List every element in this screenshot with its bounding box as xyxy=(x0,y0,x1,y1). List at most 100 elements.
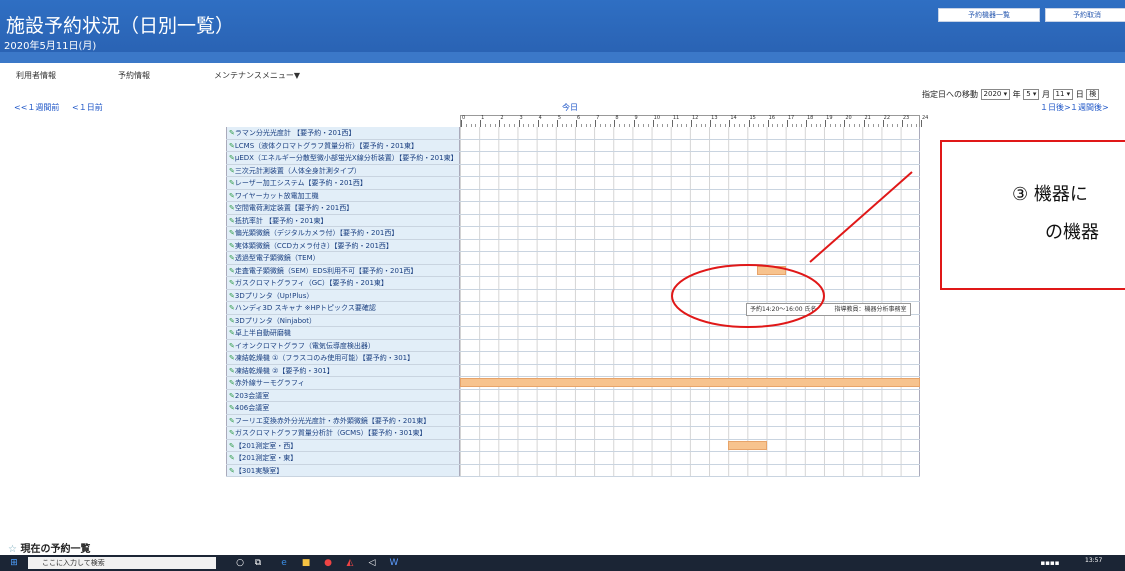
time-slots[interactable] xyxy=(460,339,920,351)
equipment-name-link[interactable]: ✎μEDX（エネルギー分散型微小部蛍光X線分析装置）【要予約・201東】 xyxy=(226,152,460,164)
acrobat-icon[interactable]: ◭ xyxy=(344,557,356,569)
time-slots[interactable] xyxy=(460,239,920,251)
equipment-name: 三次元計測装置（人体全身計測タイプ） xyxy=(234,166,361,175)
time-slots[interactable] xyxy=(460,277,920,289)
equipment-name-link[interactable]: ✎ラマン分光光度計 【要予約・201西】 xyxy=(226,127,460,139)
equipment-name-link[interactable]: ✎【301実験室】 xyxy=(226,464,460,476)
next-week-link[interactable]: １週間後> xyxy=(1070,102,1109,113)
time-slots[interactable] xyxy=(460,289,920,301)
reservation-bar[interactable] xyxy=(460,378,920,387)
time-slots[interactable] xyxy=(460,314,920,326)
equipment-name-link[interactable]: ✎空間電荷測定装置【要予約・201西】 xyxy=(226,202,460,214)
time-slots[interactable] xyxy=(460,127,920,139)
equipment-name-link[interactable]: ✎凍結乾燥機 ②【要予約・301】 xyxy=(226,364,460,376)
time-slots[interactable] xyxy=(460,139,920,151)
time-slots[interactable] xyxy=(460,189,920,201)
time-slots[interactable] xyxy=(460,377,920,389)
time-slots[interactable] xyxy=(460,264,920,276)
next-day-link[interactable]: １日後> xyxy=(1040,102,1071,113)
cancel-reservation-button[interactable]: 予約取消 xyxy=(1045,8,1125,22)
time-slots[interactable] xyxy=(460,227,920,239)
ruler-hour-label: 10 xyxy=(653,115,661,121)
equipment-name-link[interactable]: ✎【201測定室・西】 xyxy=(226,439,460,451)
ruler-hour-label: 23 xyxy=(902,115,910,121)
day-select[interactable]: 11 ▾ xyxy=(1052,89,1074,100)
equipment-name-link[interactable]: ✎ワイヤーカット放電加工機 xyxy=(226,189,460,201)
prev-week-link[interactable]: <<１週間前 xyxy=(14,102,59,113)
equipment-name-link[interactable]: ✎赤外線サーモグラフィ xyxy=(226,377,460,389)
chrome-icon[interactable]: ● xyxy=(322,557,334,569)
equipment-name-link[interactable]: ✎3Dプリンタ（Up!Plus） xyxy=(226,289,460,301)
time-slots[interactable] xyxy=(460,214,920,226)
ruler-tick xyxy=(480,120,482,127)
time-slots[interactable] xyxy=(460,364,920,376)
equipment-name-link[interactable]: ✎凍結乾燥機 ①（フラスコのみ使用可能）【要予約・301】 xyxy=(226,352,460,364)
equipment-name-link[interactable]: ✎実体顕微鏡（CCDカメラ付き）【要予約・201西】 xyxy=(226,239,460,251)
search-button[interactable]: 検 xyxy=(1086,89,1100,100)
nav-user-info[interactable]: 利用者情報 xyxy=(16,70,56,81)
edge-browser-icon[interactable]: e xyxy=(278,557,290,569)
equipment-name-link[interactable]: ✎走査電子顕微鏡（SEM）EDS利用不可【要予約・201西】 xyxy=(226,264,460,276)
equipment-name: LCMS（液体クロマトグラフ質量分析）【要予約・201東】 xyxy=(234,141,419,150)
prev-day-link[interactable]: <１日前 xyxy=(72,102,103,113)
equipment-name-link[interactable]: ✎透過型電子顕微鏡（TEM） xyxy=(226,252,460,264)
equipment-name: ハンディ3D スキャナ ※HPトピックス要確認 xyxy=(234,304,376,312)
time-slots[interactable] xyxy=(460,252,920,264)
time-slots[interactable] xyxy=(460,152,920,164)
equipment-name-link[interactable]: ✎偏光顕微鏡（デジタルカメラ付）【要予約・201西】 xyxy=(226,227,460,239)
time-slots[interactable] xyxy=(460,464,920,476)
taskbar-search-input[interactable]: ここに入力して検索 xyxy=(28,557,216,569)
equipment-name-link[interactable]: ✎203会議室 xyxy=(226,389,460,401)
month-select[interactable]: 5 ▾ xyxy=(1023,89,1040,100)
system-tray-icons[interactable]: ▪▪▪▪ xyxy=(1030,557,1070,569)
ruler-hour-label: 15 xyxy=(749,115,756,121)
app-icon[interactable]: ◁ xyxy=(366,557,378,569)
nav-reservation-info[interactable]: 予約情報 xyxy=(118,70,150,81)
time-slots[interactable] xyxy=(460,327,920,339)
page-title: 施設予約状況（日別一覧） xyxy=(6,15,235,37)
time-slots[interactable] xyxy=(460,164,920,176)
equipment-row: ✎203会議室 xyxy=(226,389,920,402)
equipment-name-link[interactable]: ✎レーザー加工システム【要予約・201西】 xyxy=(226,177,460,189)
today-link[interactable]: 今日 xyxy=(562,102,578,113)
clock: 13:57 xyxy=(1085,557,1103,564)
task-view-icon[interactable]: ⧉ xyxy=(252,557,264,569)
equipment-name-link[interactable]: ✎ガスクロマトグラフ質量分析計（GCMS）【要予約・301東】 xyxy=(226,427,460,439)
equipment-name-link[interactable]: ✎抵抗率計 【要予約・201東】 xyxy=(226,214,460,226)
equipment-name-link[interactable]: ✎ガスクロマトグラフィ（GC）【要予約・201東】 xyxy=(226,277,460,289)
file-explorer-icon[interactable]: ■ xyxy=(300,557,312,569)
ruler-tick xyxy=(863,120,865,127)
reserved-equipment-list-button[interactable]: 予約機器一覧 xyxy=(938,8,1040,22)
equipment-name-link[interactable]: ✎ハンディ3D スキャナ ※HPトピックス要確認 xyxy=(226,302,460,314)
ruler-tick xyxy=(518,120,520,127)
equipment-name-link[interactable]: ✎【201測定室・東】 xyxy=(226,452,460,464)
word-icon[interactable]: W xyxy=(388,557,400,569)
time-slots[interactable] xyxy=(460,439,920,451)
time-slots[interactable] xyxy=(460,414,920,426)
time-slots[interactable] xyxy=(460,427,920,439)
ruler-tick xyxy=(748,120,750,127)
year-select[interactable]: 2020 ▾ xyxy=(980,89,1011,100)
time-slots[interactable] xyxy=(460,389,920,401)
reservation-bar[interactable] xyxy=(728,440,767,450)
ruler-tick xyxy=(556,120,558,127)
time-slots[interactable] xyxy=(460,352,920,364)
equipment-name-link[interactable]: ✎卓上半自動研磨機 xyxy=(226,327,460,339)
equipment-name: μEDX（エネルギー分散型微小部蛍光X線分析装置）【要予約・201東】 xyxy=(234,154,458,162)
time-slots[interactable] xyxy=(460,452,920,464)
equipment-row: ✎ラマン分光光度計 【要予約・201西】 xyxy=(226,127,920,140)
time-slots[interactable] xyxy=(460,202,920,214)
reservation-bar[interactable] xyxy=(757,265,786,275)
equipment-name-link[interactable]: ✎フーリエ変換赤外分光光度計・赤外顕微鏡【要予約・201東】 xyxy=(226,414,460,426)
cortana-icon[interactable]: ○ xyxy=(234,557,246,569)
equipment-name-link[interactable]: ✎406会議室 xyxy=(226,402,460,414)
equipment-name-link[interactable]: ✎3Dプリンタ（Ninjabot） xyxy=(226,314,460,326)
equipment-row: ✎【201測定室・東】 xyxy=(226,452,920,465)
time-slots[interactable] xyxy=(460,177,920,189)
nav-maintenance-menu[interactable]: メンテナンスメニュー▼ xyxy=(214,70,300,81)
equipment-name-link[interactable]: ✎LCMS（液体クロマトグラフ質量分析）【要予約・201東】 xyxy=(226,139,460,151)
equipment-name-link[interactable]: ✎イオンクロマトグラフ（電気伝導度検出器） xyxy=(226,339,460,351)
equipment-name-link[interactable]: ✎三次元計測装置（人体全身計測タイプ） xyxy=(226,164,460,176)
time-slots[interactable] xyxy=(460,402,920,414)
windows-start-icon[interactable]: ⊞ xyxy=(8,557,20,569)
